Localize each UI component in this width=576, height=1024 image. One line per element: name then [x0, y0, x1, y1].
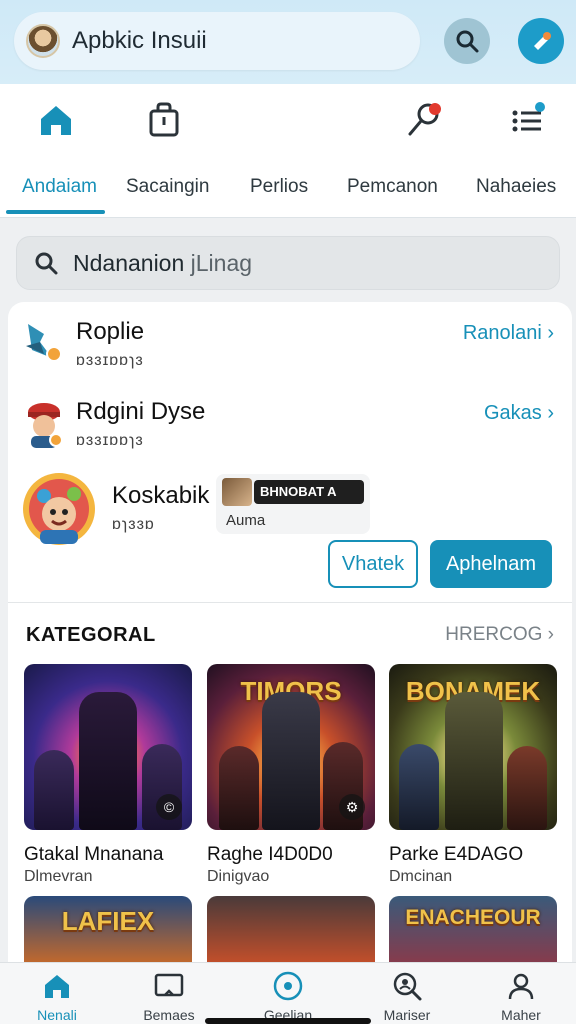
bottom-nav-label: Bemaes	[143, 1007, 195, 1023]
game-badge-icon: ⚙	[339, 794, 365, 820]
hero-figure	[262, 692, 320, 830]
tab-nahaeies[interactable]: Nahaeies	[476, 176, 556, 198]
hero-figure	[507, 746, 547, 830]
tab-pemcanon[interactable]: Pemcanon	[347, 176, 438, 198]
hero-figure	[34, 750, 74, 830]
row-subtitle: ɒɜɜɪɒɒɿɜ	[76, 432, 144, 449]
game-cover-image: ©	[24, 664, 192, 830]
search-button[interactable]	[444, 18, 490, 64]
section-more-link[interactable]: HRERCOG ›	[445, 624, 554, 646]
game-cover-image: TIMORS ⚙	[207, 664, 375, 830]
game-tag-chip[interactable]: BHNOBAT A Auma	[216, 474, 370, 534]
bottom-nav-label: Mariser	[383, 1007, 431, 1023]
bottom-nav-label: Nenali	[37, 1007, 77, 1023]
tag-subtitle: Auma	[226, 512, 266, 529]
brand-button[interactable]	[518, 18, 564, 64]
hero-figure	[219, 746, 259, 830]
game-genre: Dlmevran	[24, 868, 93, 885]
account-pill[interactable]: Apbkic Insuii	[14, 12, 420, 70]
home-icon	[12, 969, 102, 1003]
tag-label: BHNOBAT A	[254, 480, 364, 504]
game-title: Parke E4DAGO	[389, 844, 524, 865]
row-title: Rdgini Dyse	[76, 398, 206, 425]
game-card[interactable]: © Gtakal Mnanana Dlmevran	[24, 664, 192, 886]
star-badge-icon	[26, 324, 62, 362]
game-genre: Dinigvao	[207, 868, 270, 885]
game-card[interactable]: ENACHEOUR	[389, 896, 557, 966]
bottom-nav: Nenali Bemaes Geelian Mariser Maher	[0, 962, 576, 1024]
row-link-label: Ranolani	[462, 322, 542, 344]
primary-button[interactable]: Aphelnam	[430, 540, 552, 588]
menu-list-icon[interactable]	[508, 100, 548, 140]
search-text: Ndananion jLinag	[73, 250, 252, 277]
search-icon	[456, 30, 479, 53]
bag-icon[interactable]	[144, 100, 184, 140]
bottom-nav-home[interactable]: Nenali	[12, 969, 102, 1023]
game-thumbnail-icon	[222, 478, 252, 506]
chevron-right-icon: ›	[547, 402, 554, 424]
active-tab-indicator	[6, 210, 105, 214]
tab-andaiam[interactable]: Andaiam	[22, 176, 97, 198]
section-title: KATEGORAL	[26, 624, 156, 646]
bottom-nav-geelian[interactable]: Geelian	[243, 969, 333, 1023]
game-card[interactable]: TIMORS ⚙ Raghe I4D0D0 Dinigvao	[207, 664, 375, 886]
content-card: Roplie ɒɜɜɪɒɒɿɜ Ranolani › Rdgini Dyse ɒ…	[8, 302, 572, 1022]
bottom-nav-bemaes[interactable]: Bemaes	[124, 969, 214, 1023]
search-icon	[35, 252, 58, 275]
row-title: Roplie	[76, 318, 145, 345]
game-badge-icon: ©	[156, 794, 182, 820]
game-title: Gtakal Mnanana	[24, 844, 164, 865]
game-cover-image: BONAMEK	[389, 664, 557, 830]
user-avatar-icon	[26, 24, 60, 58]
row-title: Koskabik	[112, 482, 210, 509]
nav-bar: Andaiam Sacaingin Perlios Pemcanon Nahae…	[0, 84, 576, 218]
account-name: Apbkic Insuii	[72, 27, 207, 54]
hero-figure	[399, 744, 439, 830]
row-link[interactable]: Ranolani ›	[463, 322, 554, 345]
chevron-right-icon: ›	[547, 624, 554, 645]
section-more-label: HRERCOG	[445, 624, 543, 645]
hero-figure	[445, 692, 503, 830]
search-input[interactable]: Ndananion jLinag	[16, 236, 560, 290]
profile-icon	[476, 969, 566, 1003]
game-card[interactable]	[207, 896, 375, 966]
row-link-label: Gakas	[483, 402, 542, 424]
game-logo: ENACHEOUR	[405, 906, 541, 929]
bottom-nav-label: Maher	[501, 1007, 541, 1023]
character-avatar-icon	[23, 473, 95, 545]
brand-icon	[534, 32, 551, 50]
screen-icon	[124, 969, 214, 1003]
row-link[interactable]: Gakas ›	[484, 402, 554, 425]
row-subtitle: ɒɜɜɪɒɒɿɜ	[76, 352, 144, 369]
home-indicator	[205, 1018, 371, 1024]
search-people-icon	[362, 969, 452, 1003]
game-card[interactable]: LAFIEX	[24, 896, 192, 966]
game-genre: Dmcinan	[389, 868, 453, 885]
search-placeholder: jLinag	[190, 249, 253, 276]
chevron-right-icon: ›	[547, 322, 554, 344]
hero-figure	[79, 692, 137, 830]
pin-icon[interactable]	[404, 100, 444, 140]
divider	[8, 602, 572, 603]
tab-sacaingin[interactable]: Sacaingin	[126, 176, 209, 198]
tab-perlios[interactable]: Perlios	[250, 176, 308, 198]
row-subtitle: ɒɿɜɜɒ	[112, 516, 155, 533]
secondary-button[interactable]: Vhatek	[328, 540, 418, 588]
game-card[interactable]: BONAMEK Parke E4DAGO Dmcinan	[389, 664, 557, 886]
search-value: Ndananion	[73, 249, 185, 276]
home-icon[interactable]	[36, 100, 76, 140]
game-title: Raghe I4D0D0	[207, 844, 333, 865]
top-bar: Apbkic Insuii	[0, 0, 576, 84]
play-circle-icon	[243, 969, 333, 1003]
bottom-nav-maher[interactable]: Maher	[476, 969, 566, 1023]
bottom-nav-mariser[interactable]: Mariser	[362, 969, 452, 1023]
game-logo: LAFIEX	[61, 906, 155, 936]
user-avatar-icon	[28, 403, 63, 448]
